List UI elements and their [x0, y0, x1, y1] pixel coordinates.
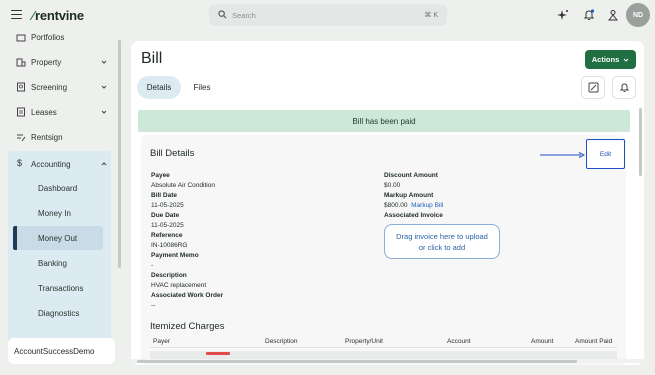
discount-value: $0.00: [384, 182, 401, 189]
main-panel: Bill Actions Details Files Bill has been…: [131, 41, 644, 365]
status-badge: [206, 352, 230, 355]
search-icon: [218, 10, 227, 19]
sign-icon: [17, 134, 26, 142]
sidebar-scrollbar[interactable]: [118, 40, 121, 268]
sidebar-item-rentsign[interactable]: Rentsign: [8, 127, 108, 147]
reference-label: Reference: [151, 232, 183, 239]
edit-note-button[interactable]: [581, 76, 605, 99]
table-row[interactable]: [150, 351, 617, 359]
edit-square-icon: [588, 82, 599, 93]
bill-date-label: Bill Date: [151, 192, 178, 199]
work-order-label: Associated Work Order: [151, 292, 224, 299]
chevron-down-icon: [101, 110, 107, 114]
arrow-icon: [540, 152, 585, 158]
search-placeholder: Search: [232, 11, 256, 20]
main-scrollbar[interactable]: [639, 108, 642, 176]
bill-details-heading: Bill Details: [150, 148, 195, 159]
itemized-charges-heading: Itemized Charges: [150, 321, 225, 332]
sidebar-sub-dashboard[interactable]: Dashboard: [38, 184, 77, 193]
tab-files[interactable]: Files: [185, 76, 219, 99]
invoice-upload-dropzone[interactable]: Drag invoice here to upload or click to …: [384, 224, 500, 259]
chevron-down-icon: [101, 85, 107, 89]
sidebar-sub-money-out[interactable]: Money Out: [38, 234, 77, 243]
column-header-description[interactable]: Description: [265, 338, 298, 345]
dollar-icon: $: [17, 158, 23, 168]
account-switcher[interactable]: AccountSuccessDemo: [8, 338, 115, 364]
sidebar-item-property[interactable]: Property: [8, 52, 108, 72]
sidebar-item-leases[interactable]: Leases: [8, 102, 108, 122]
menu-icon[interactable]: [11, 10, 22, 19]
description-label: Description: [151, 272, 187, 279]
payee-label: Payee: [151, 172, 170, 179]
screening-icon: [17, 82, 25, 92]
column-header-payer[interactable]: Payer: [153, 338, 170, 345]
user-icon[interactable]: [607, 9, 619, 21]
search-bar[interactable]: Search ⌘ K: [209, 4, 447, 26]
avatar[interactable]: ND: [626, 3, 650, 27]
payee-value: Absolute Air Condition: [151, 182, 215, 189]
building-icon: [16, 58, 26, 67]
sidebar-sub-diagnostics[interactable]: Diagnostics: [38, 309, 79, 318]
logo[interactable]: ∕rentvine: [32, 8, 84, 23]
column-header-amount-paid[interactable]: Amount Paid: [575, 338, 612, 345]
tab-details[interactable]: Details: [137, 76, 181, 99]
chevron-down-icon: [101, 60, 107, 64]
sidebar-item-portfolios[interactable]: Portfolios: [8, 30, 108, 47]
markup-bill-link[interactable]: Markup Bill: [411, 202, 443, 209]
sidebar: Portfolios Property Screening Leases Ren…: [0, 30, 124, 375]
column-header-amount[interactable]: Amount: [531, 338, 553, 345]
due-date-label: Due Date: [151, 212, 180, 219]
chevron-up-icon: [101, 162, 107, 166]
reference-value: IN-10086RG: [151, 242, 188, 249]
payment-memo-label: Payment Memo: [151, 252, 199, 259]
discount-label: Discount Amount: [384, 172, 438, 179]
sidebar-item-screening[interactable]: Screening: [8, 77, 108, 97]
description-value: HVAC replacement: [151, 282, 207, 289]
table-header-divider: [150, 347, 617, 348]
markup-value-row: $800.00 Markup Bill: [384, 202, 443, 209]
markup-label: Markup Amount: [384, 192, 434, 199]
actions-button[interactable]: Actions: [585, 50, 636, 69]
bill-date-value: 11-05-2025: [151, 202, 184, 209]
work-order-value: --: [151, 302, 156, 309]
sidebar-sub-money-in[interactable]: Money In: [38, 209, 71, 218]
lease-icon: [17, 107, 25, 117]
markup-value: $800.00: [384, 202, 408, 209]
active-indicator: [13, 226, 17, 250]
edit-button[interactable]: Edit: [586, 139, 625, 169]
paid-banner: Bill has been paid: [138, 110, 630, 132]
due-date-value: 11-05-2025: [151, 222, 184, 229]
payment-memo-value: -: [151, 262, 154, 269]
page-title: Bill: [141, 50, 163, 67]
upload-line-1: Drag invoice here to upload: [396, 232, 488, 241]
sidebar-sub-transactions[interactable]: Transactions: [38, 284, 84, 293]
horizontal-scrollbar[interactable]: [131, 359, 644, 363]
notification-button[interactable]: [612, 76, 636, 99]
accounting-group: [8, 151, 111, 363]
column-header-property-unit[interactable]: Property/Unit: [345, 338, 383, 345]
bell-icon[interactable]: [583, 9, 595, 21]
bell-icon: [619, 83, 630, 92]
column-header-account[interactable]: Account: [447, 338, 471, 345]
sparkle-icon[interactable]: [557, 9, 569, 21]
search-shortcut: ⌘ K: [424, 12, 438, 19]
sidebar-item-accounting[interactable]: $ Accounting: [8, 154, 108, 174]
sidebar-sub-banking[interactable]: Banking: [38, 259, 67, 268]
top-bar: ∕rentvine Search ⌘ K ND: [0, 0, 655, 30]
invoice-label: Associated Invoice: [384, 212, 443, 219]
portfolio-icon: [16, 34, 26, 42]
upload-line-2: or click to add: [418, 243, 466, 252]
chevron-down-icon: [623, 58, 629, 62]
